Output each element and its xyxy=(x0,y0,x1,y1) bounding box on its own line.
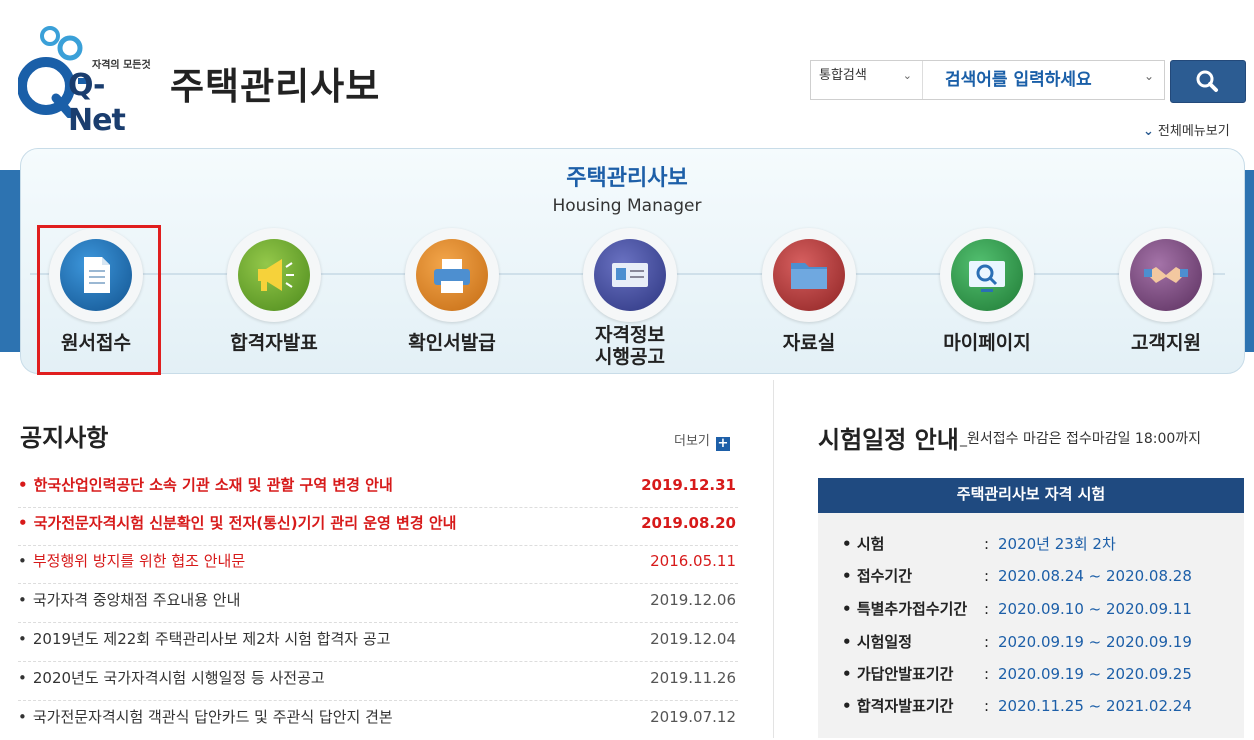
qnet-logo[interactable]: 자격의 모든것 Q-Net xyxy=(17,26,158,138)
bullet-icon: • xyxy=(842,633,852,651)
plus-icon: + xyxy=(715,436,730,451)
search-category-select[interactable]: 통합검색 ⌄ xyxy=(811,61,923,99)
menu-qualification-info-circle xyxy=(583,228,677,322)
folder-icon xyxy=(773,239,845,311)
menu-archive-circle xyxy=(762,228,856,322)
schedule-colon: : xyxy=(984,665,990,683)
menu-results-label: 합격자발표 xyxy=(230,332,318,354)
schedule-key: 가답안발표기간 xyxy=(856,665,954,683)
bullet-icon: • xyxy=(842,600,852,618)
notice-text: 부정행위 방지를 위한 협조 안내문 xyxy=(32,552,246,570)
menu-archive-label: 자료실 xyxy=(782,332,836,354)
notice-date: 2019.12.06 xyxy=(650,591,736,609)
bullet-icon: • xyxy=(18,476,28,494)
notice-text: 국가자격 중앙채점 주요내용 안내 xyxy=(32,591,241,609)
search-box: 통합검색 ⌄ ⌄ xyxy=(810,60,1165,100)
notice-text: 2019년도 제22회 주택관리사보 제2차 시험 합격자 공고 xyxy=(32,630,391,648)
notice-date: 2019.11.26 xyxy=(650,669,736,687)
all-menu-label: 전체메뉴보기 xyxy=(1157,124,1230,139)
schedule-colon: : xyxy=(984,633,990,651)
notice-item[interactable]: • 국가자격 중앙채점 주요내용 안내 2019.12.06 xyxy=(18,585,738,623)
notice-text: 국가전문자격시험 객관식 답안카드 및 주관식 답안지 견본 xyxy=(32,708,393,726)
notice-title: 공지사항 xyxy=(20,424,109,452)
bullet-icon: • xyxy=(18,552,27,570)
menu-qualification-info-label-1: 자격정보 xyxy=(595,324,665,346)
schedule-colon: : xyxy=(984,600,990,618)
schedule-value: 2020.09.19 ~ 2020.09.25 xyxy=(998,665,1192,683)
notice-item[interactable]: • 국가전문자격시험 신분확인 및 전자(통신)기기 관리 운영 변경 안내 20… xyxy=(18,508,738,546)
bullet-icon: • xyxy=(18,514,28,532)
bullet-icon: • xyxy=(842,535,852,553)
notice-text: 국가전문자격시험 신분확인 및 전자(통신)기기 관리 운영 변경 안내 xyxy=(33,514,457,532)
id-card-icon xyxy=(594,239,666,311)
schedule-colon: : xyxy=(984,697,990,715)
menu-support-label: 고객지원 xyxy=(1131,332,1201,354)
schedule-value: 2020.09.10 ~ 2020.09.11 xyxy=(998,600,1192,618)
chevron-down-icon: ⌄ xyxy=(1143,124,1154,139)
bullet-icon: • xyxy=(18,630,27,648)
banner-title: 주택관리사보 xyxy=(566,166,688,191)
search-button[interactable] xyxy=(1170,60,1246,103)
notice-date: 2019.08.20 xyxy=(641,514,736,532)
schedule-colon: : xyxy=(984,567,990,585)
schedule-box-title: 주택관리사보 자격 시험 xyxy=(818,478,1244,513)
all-menu-link[interactable]: ⌄ 전체메뉴보기 xyxy=(1143,120,1230,139)
notice-date: 2019.12.31 xyxy=(641,476,736,494)
site-title: 주택관리사보 xyxy=(170,65,381,108)
megaphone-icon xyxy=(238,239,310,311)
schedule-value: 2020.08.24 ~ 2020.08.28 xyxy=(998,567,1192,585)
schedule-key: 합격자발표기간 xyxy=(856,697,954,715)
notice-item[interactable]: • 한국산업인력공단 소속 기관 소재 및 관할 구역 변경 안내 2019.12… xyxy=(18,470,738,508)
schedule-colon: : xyxy=(984,535,990,553)
notice-item[interactable]: • 2019년도 제22회 주택관리사보 제2차 시험 합격자 공고 2019.1… xyxy=(18,624,738,662)
printer-icon xyxy=(416,239,488,311)
notice-text: 2020년도 국가자격시험 시행일정 등 사전공고 xyxy=(32,669,325,687)
notice-item[interactable]: • 부정행위 방지를 위한 협조 안내문 2016.05.11 xyxy=(18,546,738,584)
bullet-icon: • xyxy=(18,708,27,726)
schedule-value: 2020년 23회 2차 xyxy=(998,535,1116,553)
search-category-label: 통합검색 xyxy=(819,68,867,83)
menu-support-circle xyxy=(1119,228,1213,322)
schedule-key: 시험 xyxy=(856,535,885,553)
menu-certificate-label: 확인서발급 xyxy=(408,332,496,354)
schedule-title: 시험일정 안내 xyxy=(818,426,959,454)
schedule-key: 접수기간 xyxy=(856,567,913,585)
monitor-search-icon xyxy=(951,239,1023,311)
notice-text: 한국산업인력공단 소속 기관 소재 및 관할 구역 변경 안내 xyxy=(33,476,393,494)
logo-text: Q-Net xyxy=(68,68,126,138)
banner-subtitle: Housing Manager xyxy=(552,196,702,216)
bullet-icon: • xyxy=(18,591,27,609)
menu-mypage-circle xyxy=(940,228,1034,322)
chevron-down-icon[interactable]: ⌄ xyxy=(1144,69,1154,83)
schedule-subtitle: _원서접수 마감은 접수마감일 18:00까지 xyxy=(960,431,1202,447)
notice-date: 2016.05.11 xyxy=(650,552,736,570)
schedule-value: 2020.09.19 ~ 2020.09.19 xyxy=(998,633,1192,651)
notice-item[interactable]: • 2020년도 국가자격시험 시행일정 등 사전공고 2019.11.26 xyxy=(18,663,738,701)
notice-date: 2019.12.04 xyxy=(650,630,736,648)
notice-date: 2019.07.12 xyxy=(650,708,736,726)
schedule-key: 시험일정 xyxy=(856,633,913,651)
schedule-key: 특별추가접수기간 xyxy=(856,600,968,618)
bullet-icon: • xyxy=(842,665,852,683)
highlight-box xyxy=(37,225,161,375)
bullet-icon: • xyxy=(842,697,852,715)
menu-certificate-circle xyxy=(405,228,499,322)
chevron-down-icon: ⌄ xyxy=(902,69,912,82)
menu-qualification-info-label-2: 시행공고 xyxy=(595,346,665,368)
bullet-icon: • xyxy=(842,567,852,585)
notice-more-label: 더보기 xyxy=(674,434,710,449)
notice-more-link[interactable]: 더보기 + xyxy=(674,430,730,451)
menu-results-circle xyxy=(227,228,321,322)
menu-mypage-label: 마이페이지 xyxy=(943,332,1031,354)
search-input[interactable] xyxy=(925,63,1163,97)
column-divider xyxy=(773,380,774,738)
notice-item[interactable]: • 국가전문자격시험 객관식 답안카드 및 주관식 답안지 견본 2019.07.… xyxy=(18,702,738,740)
schedule-value: 2020.11.25 ~ 2021.02.24 xyxy=(998,697,1192,715)
handshake-icon xyxy=(1130,239,1202,311)
bullet-icon: • xyxy=(18,669,27,687)
search-icon xyxy=(1196,70,1218,92)
